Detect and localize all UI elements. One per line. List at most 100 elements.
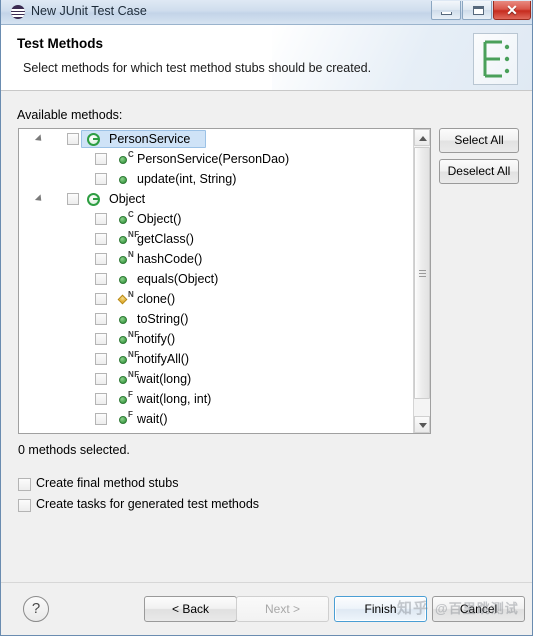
tree-row-label: equals(Object) bbox=[137, 272, 219, 286]
tree-row[interactable]: C Object() bbox=[19, 209, 415, 229]
public-method-icon bbox=[119, 336, 127, 344]
tree-scrollbar[interactable] bbox=[413, 129, 430, 433]
tree-row-checkbox[interactable] bbox=[95, 393, 107, 405]
help-button[interactable]: ? bbox=[23, 596, 49, 622]
tree-row-checkbox[interactable] bbox=[95, 253, 107, 265]
deselect-all-button[interactable]: Deselect All bbox=[439, 159, 519, 184]
tree-row-label: update(int, String) bbox=[137, 172, 237, 186]
tree-row-checkbox[interactable] bbox=[95, 313, 107, 325]
tree-row[interactable]: equals(Object) bbox=[19, 269, 415, 289]
tree-row-checkbox[interactable] bbox=[95, 373, 107, 385]
public-method-icon bbox=[119, 156, 127, 164]
expand-arrow-icon[interactable] bbox=[34, 134, 45, 144]
watermark-secondary: @百里跳测试 bbox=[435, 601, 519, 616]
public-method-icon bbox=[119, 376, 127, 384]
tree-row-checkbox[interactable] bbox=[95, 213, 107, 225]
checkbox-label: Create final method stubs bbox=[36, 476, 179, 490]
tree-row-label: wait(long) bbox=[137, 372, 192, 386]
class-icon bbox=[87, 133, 100, 146]
method-tree-rows: PersonService C PersonService(PersonDao) up… bbox=[19, 129, 415, 433]
modifier-badge: C bbox=[128, 150, 135, 159]
protected-method-icon bbox=[117, 294, 128, 305]
tree-row-label: Object bbox=[109, 192, 146, 206]
tree-row-label: PersonService bbox=[109, 132, 191, 146]
tree-row-checkbox[interactable] bbox=[95, 153, 107, 165]
tree-row-label: toString() bbox=[137, 312, 189, 326]
tree-row[interactable]: Nclone() bbox=[19, 289, 415, 309]
select-all-button[interactable]: Select All bbox=[439, 128, 519, 153]
window-title: New JUnit Test Case bbox=[31, 4, 147, 18]
tree-row[interactable]: NF notifyAll() bbox=[19, 349, 415, 369]
tree-row-checkbox[interactable] bbox=[67, 133, 79, 145]
modifier-badge: N bbox=[128, 250, 135, 259]
public-method-icon bbox=[119, 416, 127, 424]
tree-row-checkbox[interactable] bbox=[67, 193, 79, 205]
tree-row-checkbox[interactable] bbox=[95, 413, 107, 425]
tree-row-checkbox[interactable] bbox=[95, 293, 107, 305]
tree-row[interactable]: PersonService bbox=[19, 129, 415, 149]
tree-row-label: PersonService(PersonDao) bbox=[137, 152, 290, 166]
next-button: Next > bbox=[236, 596, 329, 622]
class-icon bbox=[87, 193, 100, 206]
tree-row-label: hashCode() bbox=[137, 252, 203, 266]
tree-row[interactable]: Fwait() bbox=[19, 409, 415, 429]
checkbox-label: Create tasks for generated test methods bbox=[36, 497, 260, 511]
close-icon: ✕ bbox=[506, 2, 518, 18]
method-tree[interactable]: PersonService C PersonService(PersonDao) up… bbox=[18, 128, 431, 434]
tree-row[interactable]: update(int, String) bbox=[19, 169, 415, 189]
maximize-button[interactable] bbox=[462, 1, 492, 20]
scroll-up-button[interactable] bbox=[414, 129, 430, 146]
chevron-down-icon bbox=[419, 423, 427, 428]
public-method-icon bbox=[119, 396, 127, 404]
back-button[interactable]: < Back bbox=[144, 596, 237, 622]
modifier-badge: C bbox=[128, 210, 135, 219]
public-method-icon bbox=[119, 316, 127, 324]
public-method-icon bbox=[119, 176, 127, 184]
modifier-badge: F bbox=[128, 390, 134, 399]
tree-row-checkbox[interactable] bbox=[95, 353, 107, 365]
chevron-up-icon bbox=[419, 136, 427, 141]
title-bar: New JUnit Test Case ✕ bbox=[1, 0, 532, 25]
dialog-window: New JUnit Test Case ✕ Test Methods Selec… bbox=[0, 0, 533, 636]
scroll-down-button[interactable] bbox=[414, 416, 430, 433]
minimize-icon bbox=[441, 12, 452, 15]
modifier-badge: N bbox=[128, 290, 135, 299]
public-method-icon bbox=[119, 356, 127, 364]
tree-row-checkbox[interactable] bbox=[95, 273, 107, 285]
junit-icon bbox=[11, 5, 25, 19]
watermark-primary: 知乎 bbox=[397, 600, 430, 617]
tree-row[interactable]: NhashCode() bbox=[19, 249, 415, 269]
close-button[interactable]: ✕ bbox=[493, 1, 531, 20]
tree-row[interactable]: C PersonService(PersonDao) bbox=[19, 149, 415, 169]
expand-arrow-icon[interactable] bbox=[34, 194, 45, 204]
tree-row-label: notify() bbox=[137, 332, 176, 346]
tree-row[interactable]: NF wait(long) bbox=[19, 369, 415, 389]
tree-row[interactable]: Object bbox=[19, 189, 415, 209]
page-title: Test Methods bbox=[17, 36, 104, 51]
wizard-body: Available methods: PersonService C PersonS… bbox=[1, 91, 532, 582]
tree-row[interactable]: NF notify() bbox=[19, 329, 415, 349]
tree-row-label: clone() bbox=[137, 292, 176, 306]
checkbox-box bbox=[18, 499, 31, 512]
tree-row-checkbox[interactable] bbox=[95, 173, 107, 185]
page-description: Select methods for which test method stu… bbox=[23, 61, 372, 75]
tree-row-label: wait() bbox=[137, 412, 168, 426]
public-method-icon bbox=[119, 256, 127, 264]
tree-row[interactable]: toString() bbox=[19, 309, 415, 329]
tree-row-checkbox[interactable] bbox=[95, 333, 107, 345]
junit-wizard-banner-icon bbox=[473, 33, 518, 85]
tree-row-label: wait(long, int) bbox=[137, 392, 212, 406]
tree-row-label: notifyAll() bbox=[137, 352, 190, 366]
scrollbar-thumb[interactable] bbox=[414, 147, 430, 399]
wizard-header: Test Methods Select methods for which te… bbox=[1, 25, 532, 91]
public-method-icon bbox=[119, 236, 127, 244]
tree-row-label: getClass() bbox=[137, 232, 194, 246]
tree-row[interactable]: Fwait(long, int) bbox=[19, 389, 415, 409]
tree-row-checkbox[interactable] bbox=[95, 233, 107, 245]
tree-row[interactable]: NF getClass() bbox=[19, 229, 415, 249]
tree-row-label: Object() bbox=[137, 212, 182, 226]
public-method-icon bbox=[119, 216, 127, 224]
minimize-button[interactable] bbox=[431, 1, 461, 20]
checkbox-box bbox=[18, 478, 31, 491]
available-methods-label: Available methods: bbox=[17, 108, 123, 122]
